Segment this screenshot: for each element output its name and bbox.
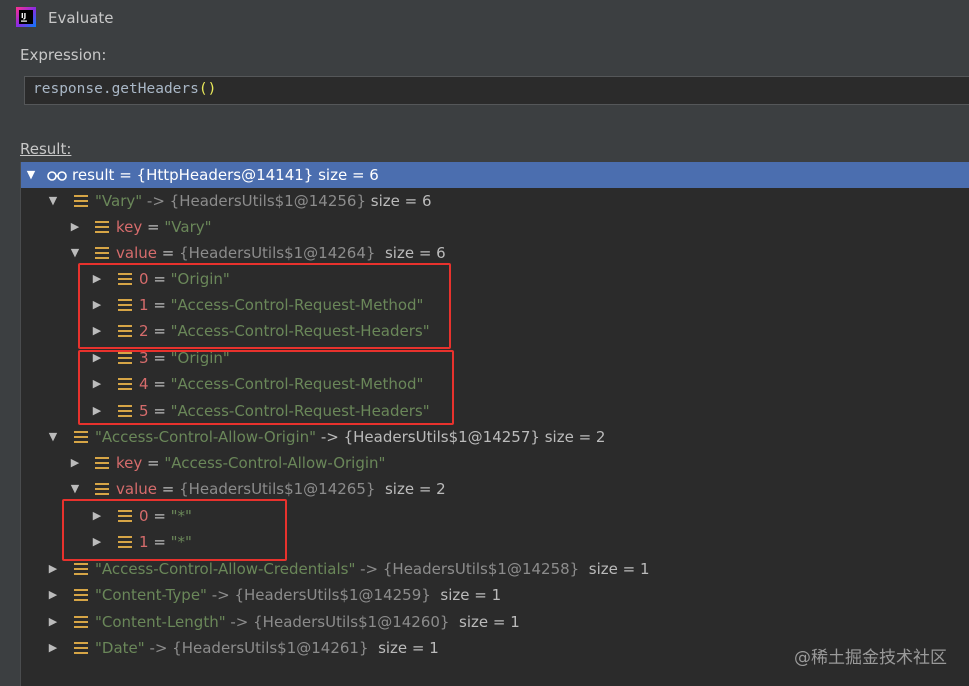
collapse-arrow-icon[interactable]: ▶ — [47, 635, 59, 661]
field-icon — [95, 457, 109, 469]
collapse-arrow-icon[interactable]: ▶ — [47, 609, 59, 635]
collapse-arrow-icon[interactable]: ▶ — [47, 582, 59, 608]
highlight-box-group-3 — [62, 499, 287, 561]
collapse-arrow-icon[interactable]: ▶ — [47, 556, 59, 582]
watermark-text: @稀土掘金技术社区 — [794, 648, 947, 668]
field-icon — [95, 247, 109, 259]
svg-text:IJ: IJ — [21, 12, 26, 20]
tree-row-key[interactable]: ▶ key = "Access-Control-Allow-Origin" — [21, 450, 969, 476]
tree-row-root[interactable]: ▼ result = {HttpHeaders@14141} size = 6 — [21, 162, 969, 188]
field-icon — [74, 195, 88, 207]
expand-arrow-icon[interactable]: ▼ — [47, 188, 59, 214]
expression-label: Expression: — [20, 46, 107, 64]
field-icon — [74, 563, 88, 575]
expression-code: response.getHeaders — [33, 81, 199, 97]
field-icon — [74, 616, 88, 628]
highlight-box-group-2 — [78, 350, 454, 425]
collapse-arrow-icon[interactable]: ▶ — [69, 214, 81, 240]
field-icon — [74, 642, 88, 654]
field-icon — [74, 589, 88, 601]
highlight-box-group-1 — [78, 263, 451, 349]
collapse-arrow-icon[interactable]: ▶ — [69, 450, 81, 476]
expand-arrow-icon[interactable]: ▼ — [47, 424, 59, 450]
expression-parens: () — [198, 81, 217, 97]
tree-row-content-type[interactable]: ▶ "Content-Type" -> {HeadersUtils$1@1425… — [21, 582, 969, 608]
intellij-app-icon: IJ — [16, 7, 36, 27]
watch-glasses-icon — [47, 171, 67, 181]
field-icon — [95, 483, 109, 495]
title-bar: IJ Evaluate — [0, 0, 969, 38]
expression-input[interactable]: response.getHeaders() — [24, 76, 969, 105]
window-title: Evaluate — [48, 9, 114, 27]
tree-row-key[interactable]: ▶ key = "Vary" — [21, 214, 969, 240]
tree-row-vary[interactable]: ▼ "Vary" -> {HeadersUtils$1@14256} size … — [21, 188, 969, 214]
tree-row-allow-origin[interactable]: ▼ "Access-Control-Allow-Origin" -> {Head… — [21, 424, 969, 450]
field-icon — [95, 221, 109, 233]
result-label: Result: — [20, 140, 72, 158]
result-tree[interactable]: ▼ result = {HttpHeaders@14141} size = 6 … — [20, 162, 969, 686]
field-icon — [74, 431, 88, 443]
tree-row-content-length[interactable]: ▶ "Content-Length" -> {HeadersUtils$1@14… — [21, 609, 969, 635]
expand-arrow-icon[interactable]: ▼ — [25, 162, 37, 188]
tree-row-text: result = {HttpHeaders@14141} size = 6 — [72, 166, 379, 184]
